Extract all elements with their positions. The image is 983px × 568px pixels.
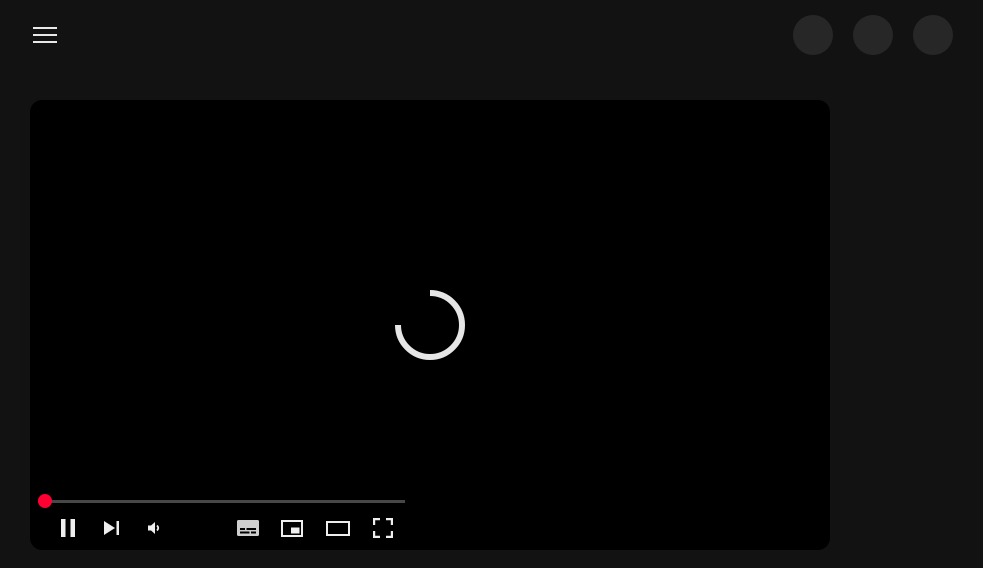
loading-spinner-icon (395, 290, 465, 360)
pause-button[interactable] (54, 514, 82, 542)
theater-mode-button[interactable] (323, 514, 353, 542)
fullscreen-button[interactable] (369, 514, 397, 542)
menu-button[interactable] (30, 20, 60, 50)
miniplayer-icon (281, 519, 303, 537)
miniplayer-button[interactable] (278, 514, 306, 542)
volume-button[interactable] (144, 514, 166, 542)
progress-bar[interactable] (45, 500, 405, 503)
account-circle-button-1[interactable] (793, 15, 833, 55)
top-bar (0, 0, 983, 70)
captions-icon (237, 520, 259, 536)
next-button[interactable] (100, 514, 124, 542)
skip-next-icon (104, 521, 119, 535)
fullscreen-icon (373, 518, 393, 538)
progress-scrubber-handle[interactable] (38, 494, 52, 508)
video-player[interactable] (30, 100, 830, 550)
theater-mode-icon (326, 520, 350, 536)
account-circle-button-3[interactable] (913, 15, 953, 55)
pause-icon (61, 519, 75, 537)
captions-button[interactable] (234, 514, 262, 542)
hamburger-menu-icon (33, 27, 57, 43)
volume-icon (148, 522, 160, 534)
account-circle-button-2[interactable] (853, 15, 893, 55)
